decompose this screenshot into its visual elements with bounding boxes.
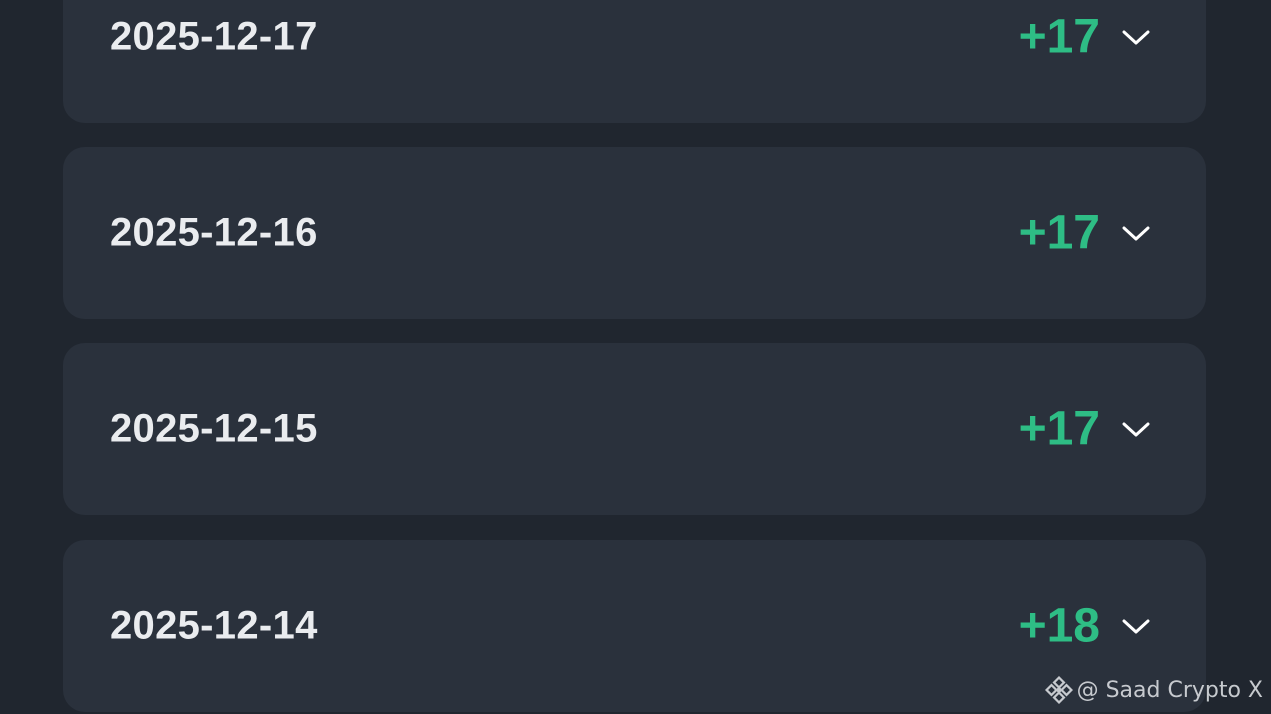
list-item-2025-12-15[interactable]: 2025-12-15 +17	[63, 343, 1206, 515]
points-history-list: 2025-12-17 +17 2025-12-16 +17 2025-12-15…	[0, 0, 1271, 714]
row-points: +17	[1018, 206, 1100, 260]
chevron-down-icon[interactable]	[1121, 27, 1151, 47]
binance-logo-icon	[1044, 676, 1073, 704]
row-date: 2025-12-16	[110, 210, 318, 255]
list-item-2025-12-14[interactable]: 2025-12-14 +18	[63, 540, 1206, 712]
chevron-down-icon[interactable]	[1121, 616, 1151, 636]
row-points: +17	[1018, 10, 1100, 64]
list-item-2025-12-17[interactable]: 2025-12-17 +17	[63, 0, 1206, 123]
list-item-2025-12-16[interactable]: 2025-12-16 +17	[63, 147, 1206, 319]
row-points: +18	[1018, 599, 1100, 653]
row-points: +17	[1018, 402, 1100, 456]
row-date: 2025-12-14	[110, 603, 318, 648]
chevron-down-icon[interactable]	[1121, 223, 1151, 243]
row-date: 2025-12-17	[110, 14, 318, 59]
watermark-text: @ Saad Crypto X	[1076, 677, 1263, 703]
row-date: 2025-12-15	[110, 406, 318, 451]
chevron-down-icon[interactable]	[1121, 419, 1151, 439]
watermark: @ Saad Crypto X	[1044, 676, 1263, 704]
